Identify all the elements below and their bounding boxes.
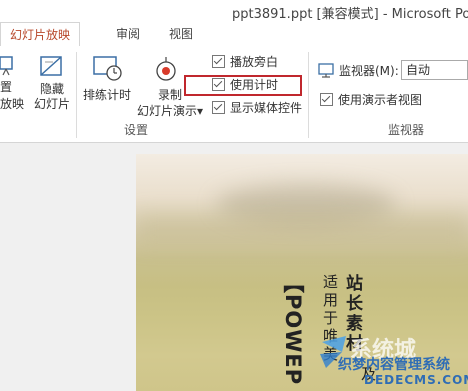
tab-review[interactable]: 审阅: [107, 22, 149, 46]
window-title: ppt3891.ppt [兼容模式] - Microsoft Powe: [232, 7, 468, 22]
chevron-down-icon[interactable]: ▾: [197, 104, 203, 118]
monitor-select[interactable]: 自动: [401, 60, 468, 80]
rehearse-timings-button[interactable]: 排练计时: [80, 54, 134, 116]
group-label-setup: 设置: [124, 123, 149, 137]
tab-view[interactable]: 视图: [160, 22, 202, 46]
group-label-monitors: 监视器: [388, 123, 425, 137]
watermark-dedecms-en: DEDECMS.COM: [364, 373, 468, 387]
play-narrations-checkbox[interactable]: 播放旁白: [212, 54, 278, 70]
slide-title-bracket: 【POWEP: [281, 272, 305, 386]
watermark-dedecms-cn: 织梦内容管理系统: [338, 357, 450, 373]
ribbon-separator: [308, 52, 309, 138]
record-icon: [156, 57, 176, 81]
show-media-controls-checkbox[interactable]: 显示媒体控件: [212, 100, 302, 116]
hide-slide-label-bottom: 幻灯片: [33, 97, 70, 111]
rehearse-timings-label: 排练计时: [82, 88, 131, 102]
checkbox-checked-icon: [212, 55, 225, 68]
setup-slideshow-icon: [0, 56, 13, 76]
tab-slideshow[interactable]: 幻灯片放映: [0, 22, 80, 48]
checkbox-checked-icon: [320, 93, 333, 106]
hide-slide-button[interactable]: 隐藏 幻灯片: [32, 54, 72, 116]
monitor-label: 监视器(M):: [339, 64, 399, 78]
monitor-icon: [318, 63, 334, 78]
background-field-blur: [136, 214, 468, 244]
use-timings-highlight: [184, 75, 302, 96]
checkbox-checked-icon: [212, 101, 225, 114]
title-bar: ppt3891.ppt [兼容模式] - Microsoft Powe: [0, 0, 468, 22]
hide-slide-label-top: 隐藏: [39, 82, 64, 96]
hide-slide-icon: [40, 56, 62, 76]
ribbon-tab-row: 幻灯片放映 审阅 视图: [0, 22, 468, 48]
ribbon-separator: [76, 52, 77, 138]
rehearse-timings-icon: [93, 56, 122, 81]
presenter-view-checkbox[interactable]: 使用演示者视图: [320, 92, 422, 108]
record-label-bottom: 幻灯片演示▾: [136, 104, 204, 118]
slide-canvas[interactable]: 【POWEP 站长素材 适用于唯美 及 系统城 织梦内容管理系统 DEDECMS…: [136, 154, 468, 391]
